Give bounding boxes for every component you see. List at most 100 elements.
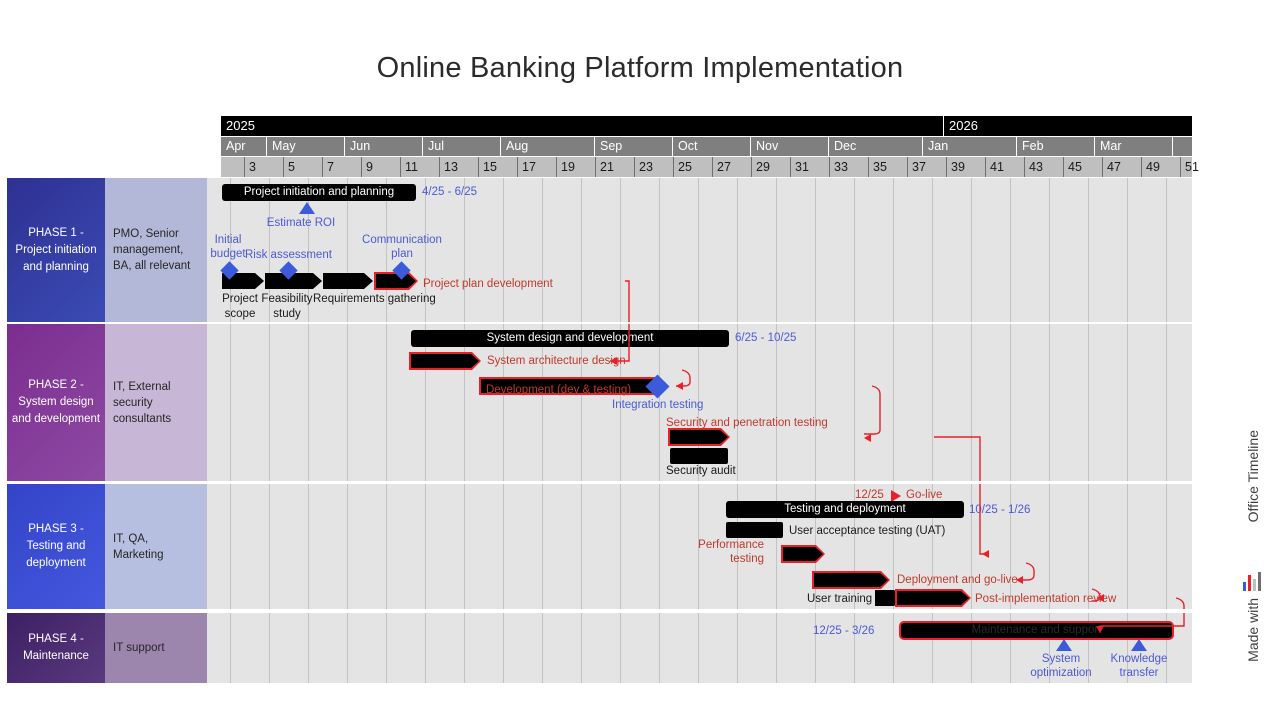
watermark: Office Timeline Made with — [1234, 430, 1274, 680]
timeline-month-blank-12 — [1172, 137, 1192, 156]
timeline-month-Mar: Mar — [1094, 137, 1172, 156]
timeline-week-23: 23 — [634, 157, 673, 177]
page-title: Online Banking Platform Implementation — [376, 52, 904, 84]
timeline-week-47: 47 — [1102, 157, 1141, 177]
phase-2-label: PHASE 2 - System design and development — [7, 324, 105, 481]
milestone-system-optimization-icon[interactable] — [1056, 639, 1072, 651]
timeline-week-25: 25 — [673, 157, 712, 177]
timeline-week-31: 31 — [790, 157, 829, 177]
watermark-product: Office Timeline — [1245, 430, 1261, 523]
timeline-week-21: 21 — [595, 157, 634, 177]
phase-3-label: PHASE 3 - Testing and deployment — [7, 484, 105, 609]
timeline-week-29: 29 — [751, 157, 790, 177]
timeline-week-11: 11 — [400, 157, 439, 177]
task-label-project-scope: Project scope — [222, 293, 258, 320]
timeline-week-17: 17 — [517, 157, 556, 177]
milestone-knowledge-transfer-icon[interactable] — [1131, 639, 1147, 651]
task-bar-deployment-and-go-live[interactable] — [812, 571, 890, 589]
timeline-week-33: 33 — [829, 157, 868, 177]
summary-bar-phase-4[interactable]: Maintenance and support — [899, 621, 1174, 640]
timeline-week-37: 37 — [907, 157, 946, 177]
timeline-month-Dec: Dec — [828, 137, 922, 156]
task-bar-security-audit[interactable] — [670, 448, 728, 464]
timeline-month-Oct: Oct — [672, 137, 750, 156]
summary-bar-phase-4-label: Maintenance and support — [971, 624, 1102, 636]
timeline-month-Nov: Nov — [750, 137, 828, 156]
task-bar-feasibility-study[interactable] — [265, 273, 322, 289]
phase-1-date-range: 4/25 - 6/25 — [422, 186, 477, 198]
summary-bar-phase-1[interactable]: Project initiation and planning — [222, 184, 416, 201]
timeline-year-header: 2025 2026 — [221, 116, 1192, 136]
task-label-requirements-gathering: Requirements gathering — [313, 293, 436, 305]
timeline-week-9: 9 — [361, 157, 400, 177]
phase-3-plot: 12/25 Go-live Testing and deployment 10/… — [207, 484, 1192, 609]
summary-bar-phase-2[interactable]: System design and development — [411, 330, 729, 347]
timeline-week-27: 27 — [712, 157, 751, 177]
phase-1-plot: Project initiation and planning 4/25 - 6… — [207, 178, 1192, 322]
phase-2-resources: IT, External security consultants — [105, 324, 207, 481]
task-label-feasibility-study: Feasibility study — [261, 293, 313, 320]
phase-4-label: PHASE 4 - Maintenance — [7, 613, 105, 683]
timeline-year-2025: 2025 — [226, 118, 255, 133]
timeline-week-header: 3 5 7 9 11 13 15 17 19 21 23 25 27 29 31 33 35 37 39 41 43 45… — [221, 157, 1199, 177]
phase-row-1[interactable]: PHASE 1 - Project initiation and plannin… — [0, 178, 1280, 322]
timeline-week-13: 13 — [439, 157, 478, 177]
phase-2-date-range: 6/25 - 10/25 — [735, 332, 797, 344]
milestone-communication-plan-label: Communication plan — [362, 234, 442, 260]
task-bar-security-penetration-testing[interactable] — [668, 428, 730, 446]
task-bar-performance-testing[interactable] — [781, 545, 825, 563]
timeline-week-19: 19 — [556, 157, 595, 177]
office-timeline-logo-icon — [1243, 572, 1261, 591]
watermark-made-with: Made with — [1245, 598, 1261, 662]
task-label-development: Development (dev & testing) — [486, 384, 632, 396]
timeline-month-Feb: Feb — [1016, 137, 1094, 156]
timeline-week-43: 43 — [1024, 157, 1063, 177]
timeline-year-2026: 2026 — [943, 116, 1192, 136]
timeline-week-3: 3 — [244, 157, 283, 177]
timeline-month-May: May — [266, 137, 344, 156]
milestone-risk-assessment-label: Risk assessment — [245, 249, 332, 261]
milestone-estimate-roi-label: Estimate ROI — [266, 217, 336, 229]
phase-row-4[interactable]: PHASE 4 - Maintenance IT support 12/25 -… — [0, 613, 1280, 683]
timeline-week-15: 15 — [478, 157, 517, 177]
timeline-week-blank-0 — [221, 157, 244, 177]
task-label-security-penetration-testing: Security and penetration testing — [666, 417, 828, 429]
timeline-week-51: 51 — [1180, 157, 1199, 177]
phase-3-date-range: 10/25 - 1/26 — [969, 504, 1031, 516]
timeline-month-Jul: Jul — [422, 137, 500, 156]
summary-bar-phase-3-label: Testing and deployment — [784, 503, 906, 515]
task-label-post-implementation-review: Post-implementation review — [975, 593, 1117, 605]
dependency-connectors-2 — [610, 324, 981, 481]
timeline-week-39: 39 — [946, 157, 985, 177]
task-label-uat: User acceptance testing (UAT) — [789, 525, 946, 537]
golive-date: 12/25 — [855, 489, 884, 501]
task-bar-uat[interactable] — [726, 522, 783, 538]
milestone-estimate-roi-icon[interactable] — [299, 202, 315, 214]
timeline-week-45: 45 — [1063, 157, 1102, 177]
timeline-month-Aug: Aug — [500, 137, 594, 156]
summary-bar-phase-2-label: System design and development — [486, 332, 654, 344]
golive-label: Go-live — [906, 489, 943, 501]
timeline-week-7: 7 — [322, 157, 361, 177]
timeline-week-5: 5 — [283, 157, 322, 177]
timeline-month-Jan: Jan — [922, 137, 1016, 156]
timeline-month-header: Apr May Jun Jul Aug Sep Oct Nov Dec Jan Feb Mar — [221, 137, 1192, 156]
timeline-week-41: 41 — [985, 157, 1024, 177]
phase-row-2[interactable]: PHASE 2 - System design and development … — [0, 324, 1280, 481]
summary-bar-phase-3[interactable]: Testing and deployment — [726, 501, 964, 518]
task-label-user-training: User training — [807, 593, 873, 605]
dependency-connectors-1 — [625, 280, 630, 322]
task-bar-requirements-gathering[interactable] — [323, 273, 373, 289]
task-label-deployment-and-go-live: Deployment and go-live — [897, 574, 1018, 586]
task-label-performance-testing: Performance testing — [698, 539, 764, 565]
task-label-security-audit: Security audit — [666, 465, 736, 477]
task-bar-post-implementation-review[interactable] — [895, 589, 971, 607]
phase-3-resources: IT, QA, Marketing — [105, 484, 207, 609]
phase-4-plot: 12/25 - 3/26 Maintenance and support Sys… — [207, 613, 1192, 683]
task-label-system-architecture-design: System architecture design — [487, 355, 626, 367]
timeline-month-Sep: Sep — [594, 137, 672, 156]
phase-row-3[interactable]: PHASE 3 - Testing and deployment IT, QA,… — [0, 484, 1280, 609]
phase-1-resources: PMO, Senior management, BA, all relevant — [105, 178, 207, 322]
task-bar-system-architecture-design[interactable] — [409, 352, 481, 370]
timeline-canvas: Online Banking Platform Implementation 2… — [0, 0, 1280, 720]
